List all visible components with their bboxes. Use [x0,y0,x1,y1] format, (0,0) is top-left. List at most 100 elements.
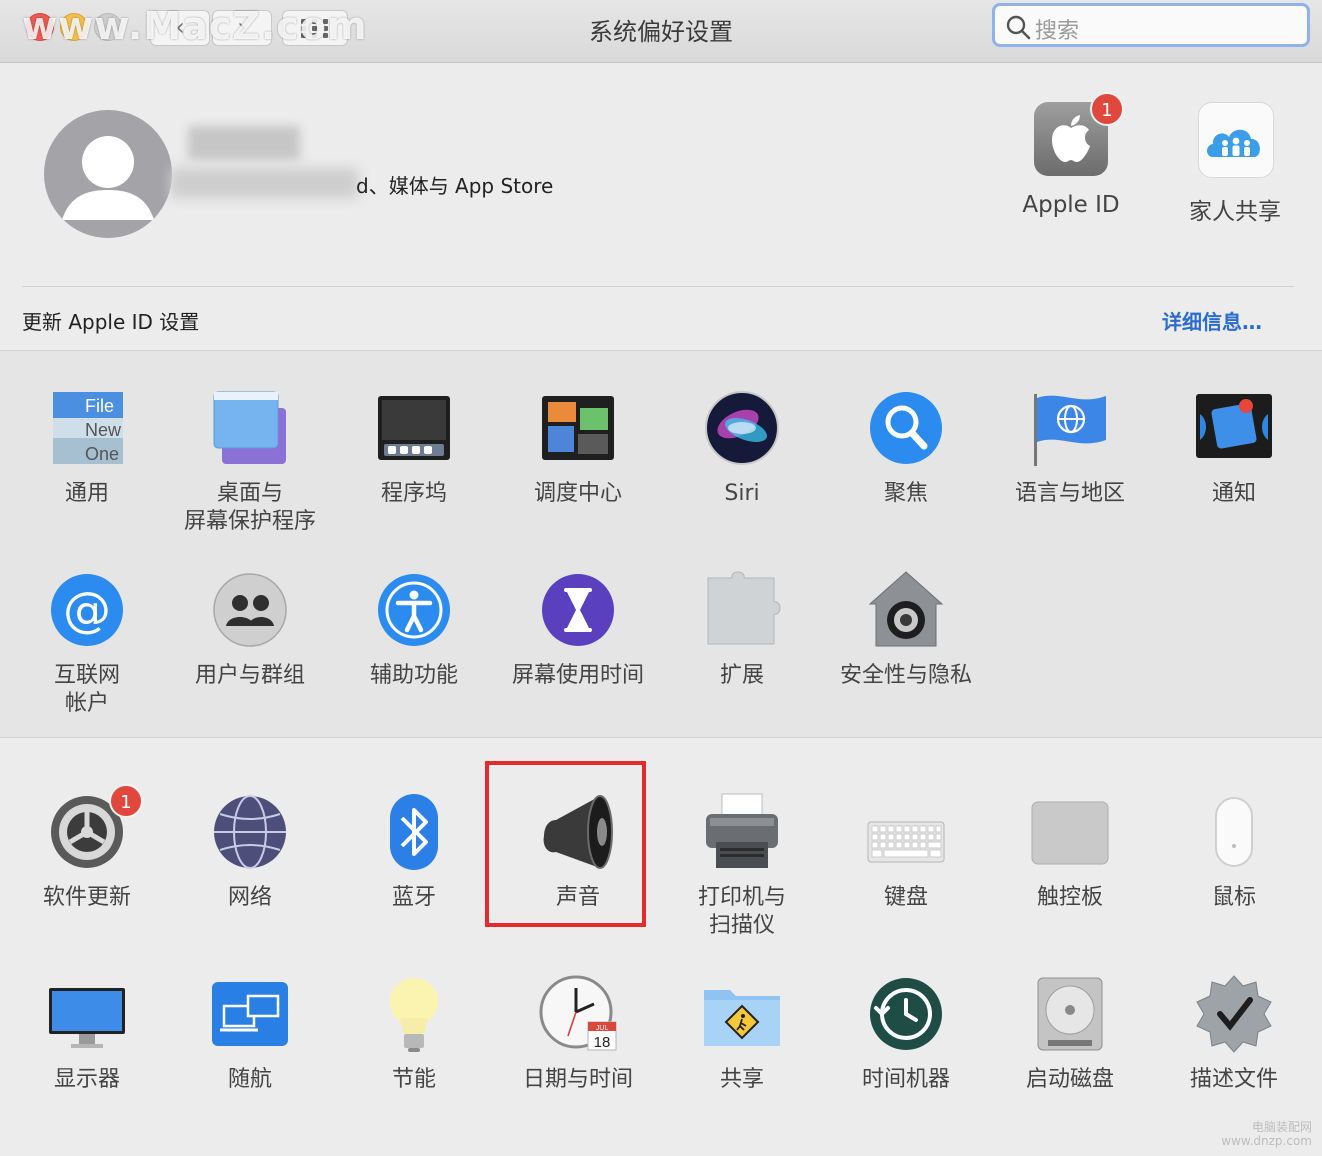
pane-date-time[interactable]: JUL 18 日期与时间 [496,974,660,1094]
user-silhouette-icon [62,136,154,220]
pane-network[interactable]: 网络 [168,792,332,912]
apple-id-pane[interactable]: 1 [1034,92,1124,176]
printer-icon [702,792,782,872]
gear-icon: 1 [47,784,143,872]
corner-watermark-line-2: www.dnzp.com [1221,1134,1312,1148]
pane-label: 通用 [64,481,109,506]
pane-label: 触控板 [1036,885,1103,910]
apple-id-badge: 1 [1090,92,1124,126]
details-link[interactable]: 详细信息… [1162,306,1262,335]
calendar-month: JUL [596,1025,609,1032]
user-avatar[interactable] [44,110,172,238]
calendar-day: 18 [594,1034,611,1051]
pane-label: 共享 [719,1067,764,1092]
pane-label: 互联网 帐户 [53,663,120,716]
pane-displays[interactable]: 显示器 [5,974,169,1094]
pane-desktop-screensaver[interactable]: 桌面与 屏幕保护程序 [168,388,332,536]
search-icon [1006,15,1031,40]
bluetooth-icon [374,792,454,872]
sharing-folder-icon [702,974,782,1054]
redacted-account-info [170,168,358,198]
family-cloud-icon [1207,129,1260,157]
sound-highlight-box [485,761,646,927]
pane-label: 桌面与 屏幕保护程序 [183,481,316,534]
pane-screen-time[interactable]: 屏幕使用时间 [496,570,660,690]
apple-id-label: Apple ID [1022,192,1120,218]
flag-globe-icon [1030,388,1110,468]
pane-printers-scanners[interactable]: 打印机与 扫描仪 [660,792,824,940]
pane-label: Siri [724,481,760,506]
at-sign-icon: @ [47,570,127,650]
pane-users-groups[interactable]: 用户与群组 [168,570,332,690]
pane-label: 蓝牙 [391,885,436,910]
pane-software-update[interactable]: 1 软件更新 [5,784,169,912]
corner-watermark: 电脑装配网 www.dnzp.com [1221,1120,1312,1148]
redacted-user-name [188,126,300,160]
keyboard-icon [866,792,946,872]
pane-label: 鼠标 [1211,885,1256,910]
pane-label: 日期与时间 [522,1067,633,1092]
search-placeholder: 搜索 [1035,19,1080,44]
desktop-icon [210,388,290,468]
puzzle-piece-icon [702,570,782,650]
pane-notifications[interactable]: 通知 [1152,388,1316,508]
pane-security-privacy[interactable]: 安全性与隐私 [824,570,988,690]
pane-language-region[interactable]: 语言与地区 [988,388,1152,508]
house-safe-icon [866,570,946,650]
general-icon-line-3: One [85,444,119,464]
users-icon [210,570,290,650]
pane-startup-disk[interactable]: 启动磁盘 [988,974,1152,1094]
pane-mouse[interactable]: 鼠标 [1152,792,1316,912]
hourglass-icon [538,570,618,650]
pane-energy-saver[interactable]: 节能 [332,974,496,1094]
pane-label: 聚焦 [883,481,928,506]
spotlight-icon [866,388,946,468]
pane-internet-accounts[interactable]: @ 互联网 帐户 [5,570,169,718]
search-field[interactable]: 搜索 [992,3,1310,47]
clock-calendar-icon: JUL 18 [538,974,618,1054]
pane-time-machine[interactable]: 时间机器 [824,974,988,1094]
general-icon: File New One [47,388,127,468]
general-icon-line-2: New [85,420,122,440]
pane-sidecar[interactable]: 随航 [168,974,332,1094]
accessibility-icon [374,570,454,650]
pane-keyboard[interactable]: 键盘 [824,792,988,912]
pane-spotlight[interactable]: 聚焦 [824,388,988,508]
pane-label: 用户与群组 [194,663,305,688]
dock-icon [374,388,454,468]
trackpad-icon [1030,792,1110,872]
pane-label: 软件更新 [42,885,131,910]
pane-dock[interactable]: 程序坞 [332,388,496,508]
display-icon [47,974,127,1054]
pane-label: 启动磁盘 [1025,1067,1114,1092]
pane-extensions[interactable]: 扩展 [660,570,824,690]
update-apple-id-text: 更新 Apple ID 设置 [22,310,200,334]
pane-label: 通知 [1211,481,1256,506]
pane-label: 打印机与 扫描仪 [697,885,786,938]
software-update-badge: 1 [109,784,143,818]
pane-label: 辅助功能 [369,663,458,688]
corner-watermark-line-1: 电脑装配网 [1251,1120,1312,1134]
hard-drive-icon [1030,974,1110,1054]
family-sharing-pane[interactable] [1198,102,1274,178]
siri-icon [702,388,782,468]
pane-label: 程序坞 [380,481,447,506]
pane-sharing[interactable]: 共享 [660,974,824,1094]
pane-label: 键盘 [883,885,928,910]
pane-accessibility[interactable]: 辅助功能 [332,570,496,690]
pane-profiles[interactable]: 描述文件 [1152,974,1316,1094]
notifications-icon [1194,388,1274,468]
pane-label: 随航 [227,1067,272,1092]
globe-network-icon [210,792,290,872]
pane-label: 显示器 [53,1067,120,1092]
pane-mission-control[interactable]: 调度中心 [496,388,660,508]
pane-siri[interactable]: Siri [660,388,824,508]
pane-trackpad[interactable]: 触控板 [988,792,1152,912]
svg-text:@: @ [63,582,111,638]
time-machine-icon [866,974,946,1054]
pane-general[interactable]: File New One 通用 [5,388,169,508]
pane-label: 屏幕使用时间 [511,663,644,688]
section-divider [22,286,1294,287]
pane-bluetooth[interactable]: 蓝牙 [332,792,496,912]
mouse-icon [1194,792,1274,872]
